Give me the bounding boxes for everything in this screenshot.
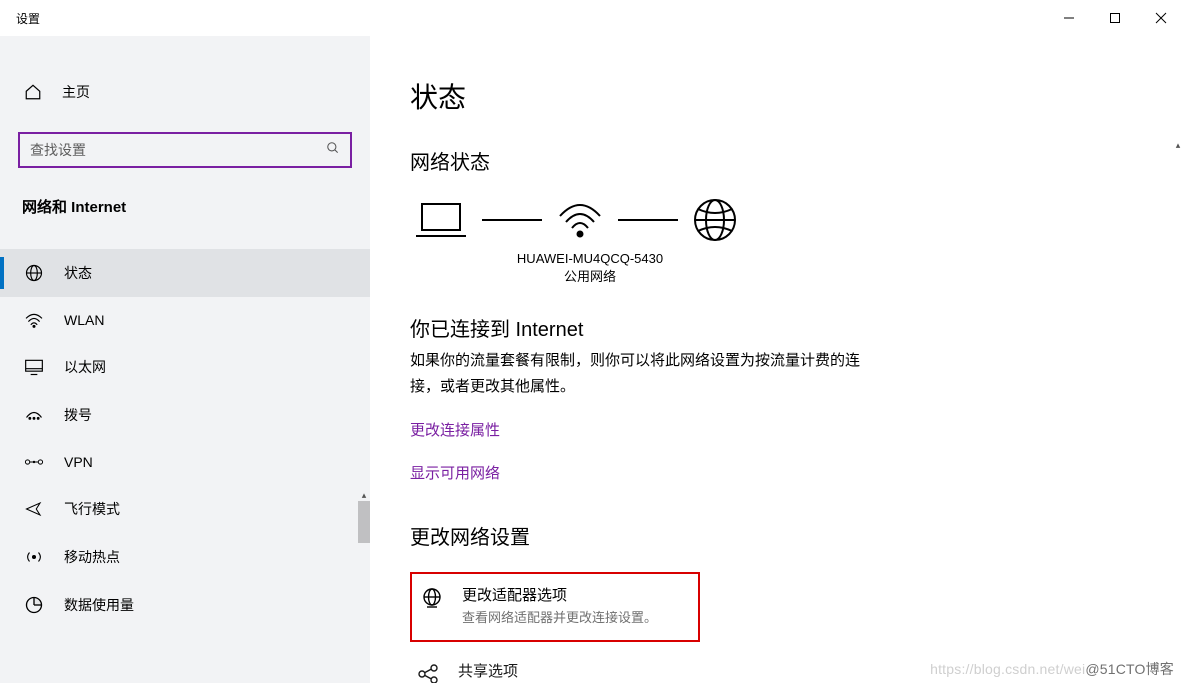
sidebar-item-ethernet[interactable]: 以太网: [0, 343, 370, 391]
page-title: 状态: [410, 76, 1144, 116]
sidebar-item-datausage[interactable]: 数据使用量: [0, 581, 370, 629]
option-change-adapter[interactable]: 更改适配器选项 查看网络适配器并更改连接设置。: [410, 572, 700, 642]
home-label: 主页: [62, 82, 90, 102]
scroll-thumb[interactable]: [358, 501, 370, 543]
network-type: 公用网络: [450, 266, 730, 285]
datausage-icon: [24, 596, 44, 614]
option-subtitle: 查看网络适配器并更改连接设置。: [462, 607, 657, 626]
search-icon: [326, 141, 340, 160]
scroll-up-icon[interactable]: ▴: [1172, 136, 1184, 154]
sidebar-nav: 状态 WLAN 以太网 拨号: [0, 249, 370, 629]
sidebar-item-hotspot[interactable]: 移动热点: [0, 533, 370, 581]
scroll-up-icon[interactable]: ▴: [358, 489, 370, 501]
main-scrollbar[interactable]: ▴: [1172, 36, 1184, 683]
sidebar-item-wlan[interactable]: WLAN: [0, 297, 370, 343]
sidebar: 主页 网络和 Internet 状态 WLAN: [0, 36, 370, 683]
network-diagram: [414, 197, 1144, 243]
ssid-block: HUAWEI-MU4QCQ-5430 公用网络: [450, 251, 730, 285]
search-box[interactable]: [18, 132, 352, 168]
home-icon: [24, 83, 42, 101]
vpn-icon: [24, 453, 44, 471]
connected-heading: 你已连接到 Internet: [410, 313, 1144, 342]
share-icon: [416, 662, 440, 683]
sidebar-item-label: 以太网: [64, 357, 106, 377]
watermark-dark: @51CTO博客: [1085, 661, 1174, 677]
link-change-connection-properties[interactable]: 更改连接属性: [410, 419, 500, 440]
option-title: 共享选项: [458, 660, 518, 681]
wifi-icon: [556, 200, 604, 240]
home-link[interactable]: 主页: [0, 76, 370, 108]
sidebar-item-label: 状态: [64, 263, 92, 283]
connected-description: 如果你的流量套餐有限制，则你可以将此网络设置为按流量计费的连接，或者更改其他属性…: [410, 348, 880, 399]
monitor-icon: [24, 358, 44, 376]
option-title: 更改适配器选项: [462, 584, 657, 605]
sidebar-item-label: WLAN: [64, 312, 104, 328]
window-title: 设置: [16, 10, 40, 27]
search-input[interactable]: [30, 142, 309, 158]
globe-icon: [24, 264, 44, 282]
laptop-icon: [414, 200, 468, 240]
close-button[interactable]: [1138, 2, 1184, 34]
sidebar-item-label: 拨号: [64, 405, 92, 425]
sidebar-item-vpn[interactable]: VPN: [0, 439, 370, 485]
globe-icon: [420, 586, 444, 615]
ssid-name: HUAWEI-MU4QCQ-5430: [450, 251, 730, 266]
sidebar-item-label: 飞行模式: [64, 499, 120, 519]
sidebar-item-label: 移动热点: [64, 547, 120, 567]
link-show-available-networks[interactable]: 显示可用网络: [410, 462, 500, 483]
wifi-icon: [24, 311, 44, 329]
watermark: https://blog.csdn.net/wei@51CTO博客: [930, 659, 1174, 679]
connector-line: [618, 219, 678, 221]
sidebar-scrollbar[interactable]: ▴: [358, 489, 370, 629]
sidebar-item-dialup[interactable]: 拨号: [0, 391, 370, 439]
sidebar-item-status[interactable]: 状态: [0, 249, 370, 297]
minimize-button[interactable]: [1046, 2, 1092, 34]
section-network-status: 网络状态: [410, 146, 1144, 175]
maximize-button[interactable]: [1092, 2, 1138, 34]
sidebar-item-label: VPN: [64, 454, 93, 470]
airplane-icon: [24, 500, 44, 518]
connector-line: [482, 219, 542, 221]
category-header: 网络和 Internet: [0, 196, 370, 235]
main-content: 状态 网络状态 HUAWEI-MU4QCQ-5430 公用网络 你已连接到 In…: [370, 36, 1184, 683]
sidebar-item-airplane[interactable]: 飞行模式: [0, 485, 370, 533]
section-change-network-settings: 更改网络设置: [410, 521, 1144, 550]
dialup-icon: [24, 406, 44, 424]
window-buttons: [1046, 2, 1184, 34]
title-bar: 设置: [0, 0, 1184, 36]
watermark-faint: https://blog.csdn.net/wei: [930, 661, 1085, 677]
sidebar-item-label: 数据使用量: [64, 595, 134, 615]
globe-icon: [692, 197, 738, 243]
hotspot-icon: [24, 548, 44, 566]
